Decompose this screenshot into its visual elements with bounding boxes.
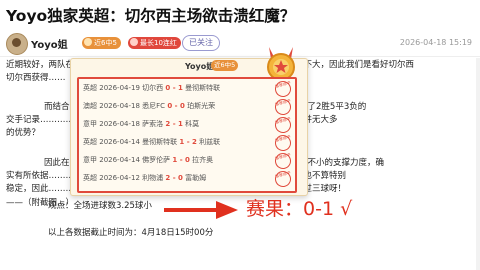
record-league: 意甲 bbox=[83, 156, 97, 164]
record-score: 1 - 2 bbox=[179, 138, 197, 146]
record-home: 萨索洛 bbox=[142, 120, 164, 128]
hit-stamp-icon: 推荐命中 bbox=[273, 133, 293, 153]
record-score: 2 - 0 bbox=[165, 174, 183, 182]
record-home: 佛罗伦萨 bbox=[142, 156, 171, 164]
list-item[interactable]: 意甲 2026-04-18 萨索洛 2 - 1 科莫 推荐命中 bbox=[79, 115, 295, 135]
record-away: 科莫 bbox=[185, 120, 200, 128]
record-home: 曼彻斯特联 bbox=[142, 138, 178, 146]
badge-icon bbox=[84, 38, 92, 46]
follow-button[interactable]: 已关注 bbox=[182, 35, 220, 51]
record-league: 意甲 bbox=[83, 120, 97, 128]
record-home: 利物浦 bbox=[142, 174, 164, 182]
record-home: 悉尼FC bbox=[142, 102, 166, 110]
divider bbox=[0, 56, 480, 57]
hit-stamp-icon: 推荐命中 bbox=[273, 79, 293, 99]
hit-stamp-icon: 推荐命中 bbox=[273, 115, 293, 135]
expert-record-popup: Yoyo姐 近6中5 英超 2026-04-19 切尔西 0 - 1 曼彻斯特联… bbox=[70, 47, 308, 196]
record-score: 0 - 0 bbox=[167, 102, 185, 110]
record-away: 拉齐奥 bbox=[192, 156, 214, 164]
list-item[interactable]: 英超 2026-04-12 利物浦 2 - 0 富勒姆 推荐命中 bbox=[79, 169, 295, 189]
record-date: 2026-04-12 bbox=[99, 174, 140, 182]
record-date: 2026-04-18 bbox=[99, 102, 140, 110]
observation-text: 观点：全场进球数3.25球小 bbox=[48, 201, 152, 211]
best-streak-badge-label: 最长10连红 bbox=[140, 39, 177, 47]
record-date: 2026-04-14 bbox=[99, 138, 140, 146]
record-score: 1 - 0 bbox=[172, 156, 190, 164]
author-row: Yoyo姐 近6中5 最长10连红 已关注 2026-04-18 15:19 bbox=[4, 32, 476, 55]
record-league: 英超 bbox=[83, 138, 97, 146]
data-cutoff-note: 以上各数据截止时间为：4月18日15时00分 bbox=[48, 228, 214, 238]
record-date: 2026-04-14 bbox=[99, 156, 140, 164]
record-score: 2 - 1 bbox=[165, 120, 183, 128]
streak-badge: 近6中5 bbox=[82, 37, 121, 49]
record-score: 0 - 1 bbox=[165, 84, 183, 92]
scrollbar[interactable] bbox=[476, 58, 480, 270]
record-away: 曼彻斯特联 bbox=[185, 84, 221, 92]
record-away: 利兹联 bbox=[199, 138, 221, 146]
record-away: 富勒姆 bbox=[185, 174, 207, 182]
record-list: 英超 2026-04-19 切尔西 0 - 1 曼彻斯特联 推荐命中 澳超 20… bbox=[77, 77, 297, 193]
list-item[interactable]: 英超 2026-04-14 曼彻斯特联 1 - 2 利兹联 推荐命中 bbox=[79, 133, 295, 153]
record-home: 切尔西 bbox=[142, 84, 164, 92]
arrow-right-icon bbox=[164, 201, 238, 219]
record-league: 英超 bbox=[83, 174, 97, 182]
record-date: 2026-04-19 bbox=[99, 84, 140, 92]
streak-badge-label: 近6中5 bbox=[94, 39, 117, 47]
post-timestamp: 2026-04-18 15:19 bbox=[399, 38, 472, 47]
badge-icon bbox=[130, 38, 138, 46]
result-annotation: 赛果：0-1 √ bbox=[246, 198, 353, 220]
hit-stamp-icon: 推荐命中 bbox=[273, 151, 293, 171]
author-name[interactable]: Yoyo姐 bbox=[31, 36, 68, 51]
avatar[interactable] bbox=[6, 33, 28, 55]
article-line: 切尔西获得…… bbox=[6, 73, 66, 83]
page-title: Yoyo独家英超：切尔西主场欲击溃红魔？ bbox=[6, 7, 296, 25]
record-league: 英超 bbox=[83, 84, 97, 92]
record-away: 珀斯光荣 bbox=[187, 102, 216, 110]
record-date: 2026-04-18 bbox=[99, 120, 140, 128]
popup-streak-badge: 近6中5 bbox=[211, 60, 239, 71]
popup-author-name: Yoyo姐 bbox=[185, 62, 215, 71]
record-league: 澳超 bbox=[83, 102, 97, 110]
list-item[interactable]: 英超 2026-04-19 切尔西 0 - 1 曼彻斯特联 推荐命中 bbox=[79, 79, 295, 99]
best-streak-badge: 最长10连红 bbox=[128, 37, 181, 49]
article-line: 的优势？ bbox=[6, 128, 41, 138]
list-item[interactable]: 意甲 2026-04-14 佛罗伦萨 1 - 0 拉齐奥 推荐命中 bbox=[79, 151, 295, 171]
hit-stamp-icon: 推荐命中 bbox=[273, 97, 293, 117]
list-item[interactable]: 澳超 2026-04-18 悉尼FC 0 - 0 珀斯光荣 推荐命中 bbox=[79, 97, 295, 117]
hit-stamp-icon: 推荐命中 bbox=[273, 169, 293, 189]
